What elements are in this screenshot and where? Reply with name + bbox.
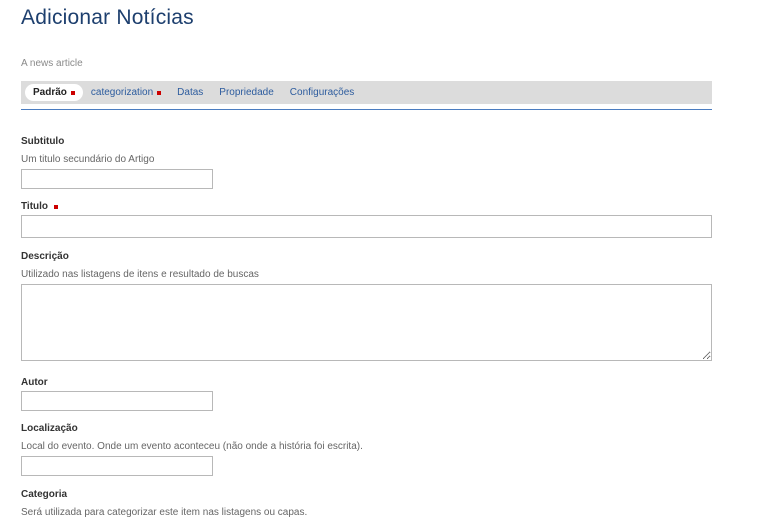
category-label: Categoria — [21, 489, 68, 500]
field-category: Categoria Será utilizada para categoriza… — [21, 489, 307, 518]
field-subtitle: Subtitulo Um titulo secundário do Artigo — [21, 136, 213, 189]
subtitle-input[interactable] — [21, 169, 213, 189]
location-input[interactable] — [21, 456, 213, 476]
required-marker-icon — [54, 204, 59, 209]
subtitle-label: Subtitulo — [21, 136, 65, 147]
tab-label: Configurações — [289, 87, 355, 98]
title-input[interactable] — [21, 215, 712, 238]
page-title: Adicionar Notícias — [21, 6, 194, 29]
description-help: Utilizado nas listagens de itens e resul… — [21, 269, 259, 280]
author-label: Autor — [21, 377, 48, 388]
author-input[interactable] — [21, 391, 213, 411]
tab-label: categorization — [90, 87, 154, 98]
location-label: Localização — [21, 423, 78, 434]
subtitle-help: Um titulo secundário do Artigo — [21, 154, 155, 165]
location-help: Local do evento. Onde um evento acontece… — [21, 441, 363, 452]
category-help: Será utilizada para categorizar este ite… — [21, 507, 308, 518]
description-textarea[interactable] — [21, 284, 712, 361]
tab-categorization[interactable]: categorization — [83, 84, 169, 101]
title-label: Titulo — [21, 201, 712, 212]
required-marker-icon — [157, 90, 162, 95]
tab-label: Datas — [177, 87, 204, 98]
field-description: Descrição Utilizado nas listagens de ite… — [21, 251, 712, 361]
field-title: Titulo — [21, 201, 712, 238]
tabs-divider — [21, 109, 712, 110]
tab-label: Padrão — [33, 87, 67, 98]
fieldset-tabs: Padrão categorization Datas Propriedade … — [21, 81, 712, 104]
description-label: Descrição — [21, 251, 69, 262]
tab-configuracoes[interactable]: Configurações — [282, 84, 362, 101]
tab-padrao[interactable]: Padrão — [25, 84, 83, 101]
tab-label: Propriedade — [219, 87, 274, 98]
tab-datas[interactable]: Datas — [169, 84, 211, 101]
required-marker-icon — [70, 90, 75, 95]
field-author: Autor — [21, 377, 213, 411]
tab-propriedade[interactable]: Propriedade — [211, 84, 281, 101]
field-location: Localização Local do evento. Onde um eve… — [21, 423, 363, 476]
page-description: A news article — [21, 58, 83, 69]
